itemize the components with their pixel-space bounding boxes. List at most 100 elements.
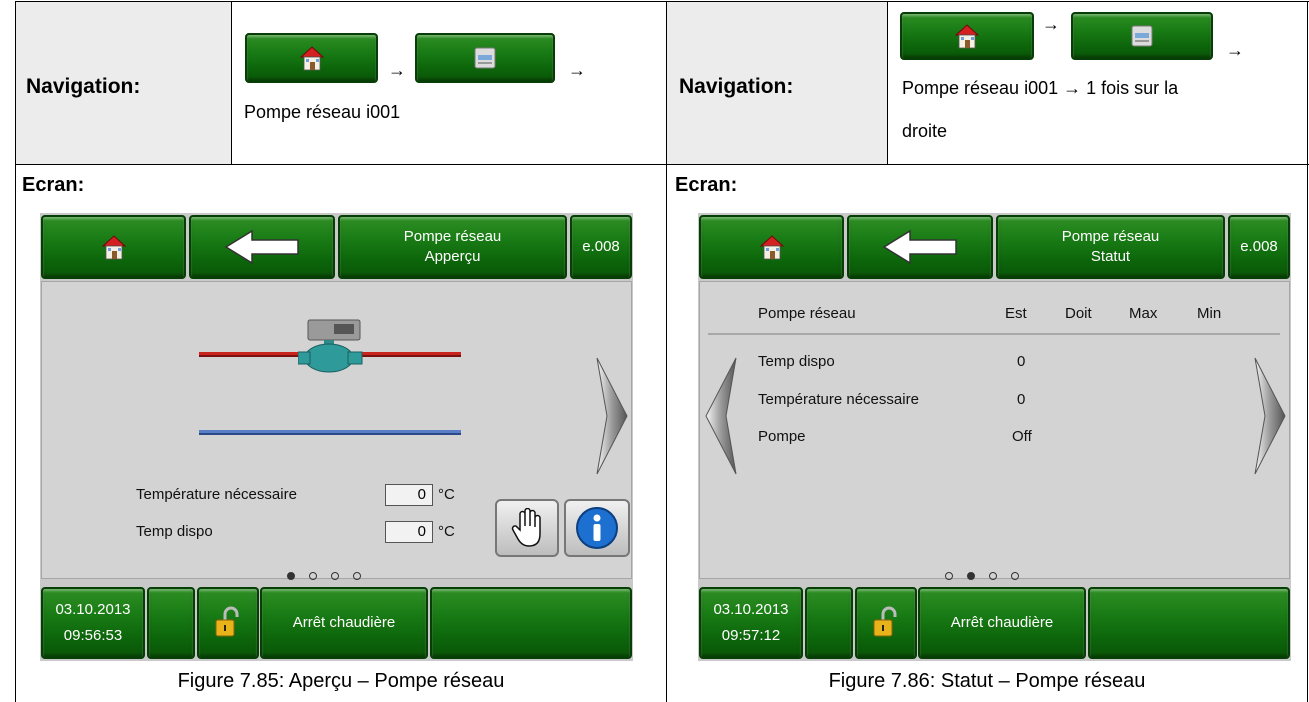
boiler-status-label: Arrêt chaudière	[950, 614, 1054, 631]
page-dot	[287, 572, 295, 580]
figure-caption: Figure 7.85: Aperçu – Pompe réseau	[177, 670, 505, 692]
screen-title: Pompe réseau Statut	[996, 215, 1225, 279]
right-chevron-icon[interactable]	[593, 356, 629, 476]
house-icon	[99, 232, 129, 262]
boiler-status-label: Arrêt chaudière	[292, 614, 396, 631]
boiler-status-button[interactable]: Arrêt chaudière	[918, 587, 1086, 659]
status-header-name: Pompe réseau	[758, 305, 856, 322]
table-divider	[231, 1, 232, 165]
required-temp-value: 0	[385, 484, 433, 506]
nav-path: Pompe réseau i001	[244, 102, 401, 122]
page-indicator	[280, 567, 368, 585]
status-row-label: Pompe	[758, 428, 806, 445]
nav-arrow: →	[1042, 14, 1060, 34]
code-label: e.008	[1240, 238, 1278, 255]
device-screen-status: Pompe réseau Statut e.008 Pompe réseau E…	[698, 213, 1291, 661]
back-arrow-icon	[882, 229, 957, 265]
nav-label: Navigation:	[679, 75, 794, 98]
screen-label: Ecran:	[22, 174, 85, 196]
page-dot	[945, 572, 953, 580]
device-screen-overview: Pompe réseau Apperçu e.008 Température n…	[40, 213, 633, 661]
status-row-est: 0	[1017, 391, 1026, 408]
status-header-est: Est	[1005, 305, 1027, 322]
page-dot	[331, 572, 339, 580]
left-chevron-icon[interactable]	[704, 356, 740, 476]
page-indicator	[938, 567, 1026, 585]
table-row-divider	[15, 164, 1309, 165]
manual-mode-button[interactable]	[495, 499, 559, 557]
code-button[interactable]: e.008	[1228, 215, 1290, 279]
available-temp-label: Temp dispo	[136, 523, 213, 540]
home-button[interactable]	[245, 33, 378, 83]
table-border-right	[1307, 1, 1308, 702]
pump-icon	[298, 319, 363, 373]
screen-body: Pompe réseau Est Doit Max Min Temp dispo…	[699, 281, 1290, 579]
available-temp-unit: °C	[438, 523, 455, 540]
status-row-est: Off	[1012, 428, 1032, 445]
header-divider	[708, 333, 1280, 335]
nav-path: Pompe réseau i001 → 1 fois sur la	[902, 78, 1179, 98]
date-time-button[interactable]: 03.10.2013 09:56:53	[41, 587, 145, 659]
nav-arrow: →	[388, 60, 406, 80]
screen-title-line2: Apperçu	[424, 248, 481, 265]
page-dot	[989, 572, 997, 580]
code-button[interactable]: e.008	[570, 215, 632, 279]
hand-icon	[511, 508, 541, 547]
lock-button[interactable]	[197, 587, 259, 659]
table-divider	[887, 1, 888, 165]
page-dot	[353, 572, 361, 580]
lock-button[interactable]	[855, 587, 917, 659]
time-label: 09:57:12	[721, 627, 781, 644]
status-header-max: Max	[1129, 305, 1158, 322]
home-button[interactable]	[900, 12, 1034, 60]
back-button[interactable]	[847, 215, 993, 279]
page-dot	[1011, 572, 1019, 580]
time-label: 09:56:53	[63, 627, 123, 644]
code-label: e.008	[582, 238, 620, 255]
nav-path: droite	[902, 121, 948, 141]
info-button[interactable]	[564, 499, 630, 557]
house-icon	[297, 43, 327, 73]
printer-button[interactable]	[1071, 12, 1213, 60]
nav-arrow: →	[1226, 40, 1244, 60]
back-button[interactable]	[189, 215, 335, 279]
home-button[interactable]	[699, 215, 844, 279]
footer-blank-button[interactable]	[805, 587, 853, 659]
printer-icon	[1127, 21, 1157, 51]
info-icon	[576, 507, 618, 549]
nav-arrow: →	[568, 60, 586, 80]
status-row-label: Température nécessaire	[758, 391, 919, 408]
return-pipe	[199, 430, 461, 435]
right-chevron-icon[interactable]	[1251, 356, 1287, 476]
screen-title: Pompe réseau Apperçu	[338, 215, 567, 279]
footer-empty-button[interactable]	[1088, 587, 1290, 659]
printer-button[interactable]	[415, 33, 555, 83]
date-label: 03.10.2013	[713, 601, 789, 618]
figure-caption: Figure 7.86: Statut – Pompe réseau	[828, 670, 1146, 692]
padlock-icon	[213, 606, 243, 640]
printer-icon	[470, 43, 500, 73]
table-divider-middle	[666, 1, 667, 702]
footer-blank-button[interactable]	[147, 587, 195, 659]
required-temp-unit: °C	[438, 486, 455, 503]
house-icon	[952, 21, 982, 51]
screen-title-line1: Pompe réseau	[1061, 228, 1160, 245]
house-icon	[757, 232, 787, 262]
status-row-est: 0	[1017, 353, 1026, 370]
nav-label: Navigation:	[26, 75, 141, 98]
screen-title-line1: Pompe réseau	[403, 228, 502, 245]
status-header-min: Min	[1197, 305, 1222, 322]
screen-label: Ecran:	[675, 174, 738, 196]
date-label: 03.10.2013	[55, 601, 131, 618]
padlock-icon	[871, 606, 901, 640]
status-header-doit: Doit	[1065, 305, 1092, 322]
table-border-left	[15, 1, 16, 702]
boiler-status-button[interactable]: Arrêt chaudière	[260, 587, 428, 659]
page-dot	[309, 572, 317, 580]
table-border-top	[15, 1, 1309, 2]
available-temp-value: 0	[385, 521, 433, 543]
back-arrow-icon	[224, 229, 299, 265]
footer-empty-button[interactable]	[430, 587, 632, 659]
home-button[interactable]	[41, 215, 186, 279]
date-time-button[interactable]: 03.10.2013 09:57:12	[699, 587, 803, 659]
